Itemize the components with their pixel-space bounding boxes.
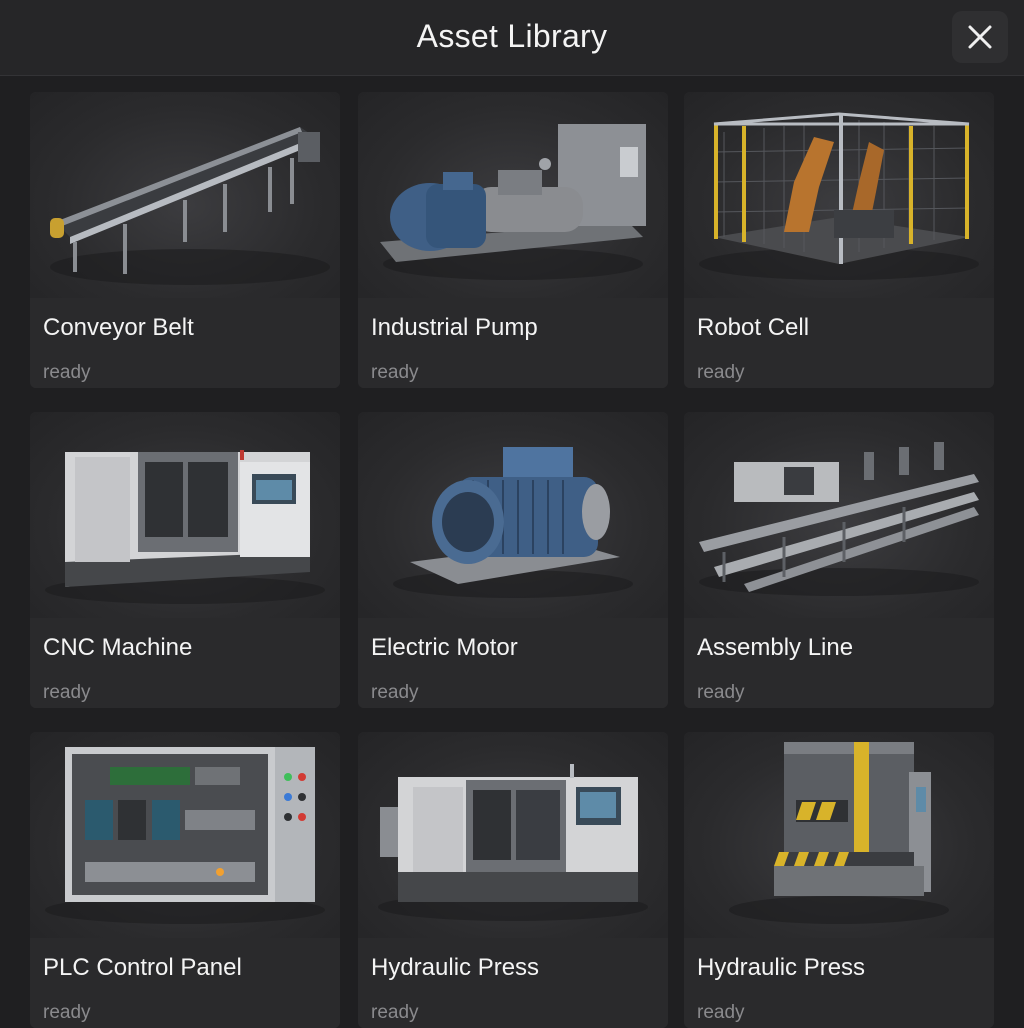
asset-status: ready: [371, 682, 419, 703]
robot-cell-image: [684, 92, 994, 298]
asset-name: PLC Control Panel: [43, 954, 242, 981]
hydraulic-press-image: [684, 732, 994, 938]
asset-name: Electric Motor: [371, 634, 518, 661]
asset-name: Hydraulic Press: [371, 954, 540, 981]
asset-status: ready: [697, 682, 745, 703]
plc-control-panel-image: [30, 732, 340, 938]
asset-card-cnc-machine[interactable]: CNC Machine ready: [30, 412, 340, 708]
cnc-machine-image: [30, 412, 340, 618]
asset-status: ready: [697, 1002, 745, 1023]
asset-card-electric-motor[interactable]: Electric Motor ready: [358, 412, 668, 708]
asset-card-assembly-line[interactable]: Assembly Line ready: [684, 412, 994, 708]
asset-name: Robot Cell: [697, 314, 810, 341]
asset-status: ready: [697, 362, 745, 383]
electric-motor-image: [358, 412, 668, 618]
asset-name: Industrial Pump: [371, 314, 538, 341]
asset-name: Conveyor Belt: [43, 314, 194, 341]
asset-card-hydraulic-press-1[interactable]: Hydraulic Press ready: [358, 732, 668, 1028]
asset-status: ready: [371, 362, 419, 383]
industrial-pump-image: [358, 92, 668, 298]
asset-name: Assembly Line: [697, 634, 854, 661]
cnc-machine-image: [358, 732, 668, 938]
asset-status: ready: [43, 362, 91, 383]
conveyor-belt-image: [30, 92, 340, 298]
close-icon: [968, 25, 992, 49]
asset-name: Hydraulic Press: [697, 954, 866, 981]
close-button[interactable]: [952, 11, 1008, 63]
asset-card-industrial-pump[interactable]: Industrial Pump ready: [358, 92, 668, 388]
dialog-title: Asset Library: [416, 18, 608, 54]
asset-card-hydraulic-press-2[interactable]: Hydraulic Press ready: [684, 732, 994, 1028]
asset-status: ready: [43, 682, 91, 703]
asset-card-conveyor-belt[interactable]: Conveyor Belt ready: [30, 92, 340, 388]
assembly-line-image: [684, 412, 994, 618]
asset-name: CNC Machine: [43, 634, 193, 661]
asset-status: ready: [43, 1002, 91, 1023]
asset-status: ready: [371, 1002, 419, 1023]
asset-card-robot-cell[interactable]: Robot Cell ready: [684, 92, 994, 388]
asset-card-plc-control-panel[interactable]: PLC Control Panel ready: [30, 732, 340, 1028]
dialog-header: Asset Library: [0, 0, 1024, 76]
